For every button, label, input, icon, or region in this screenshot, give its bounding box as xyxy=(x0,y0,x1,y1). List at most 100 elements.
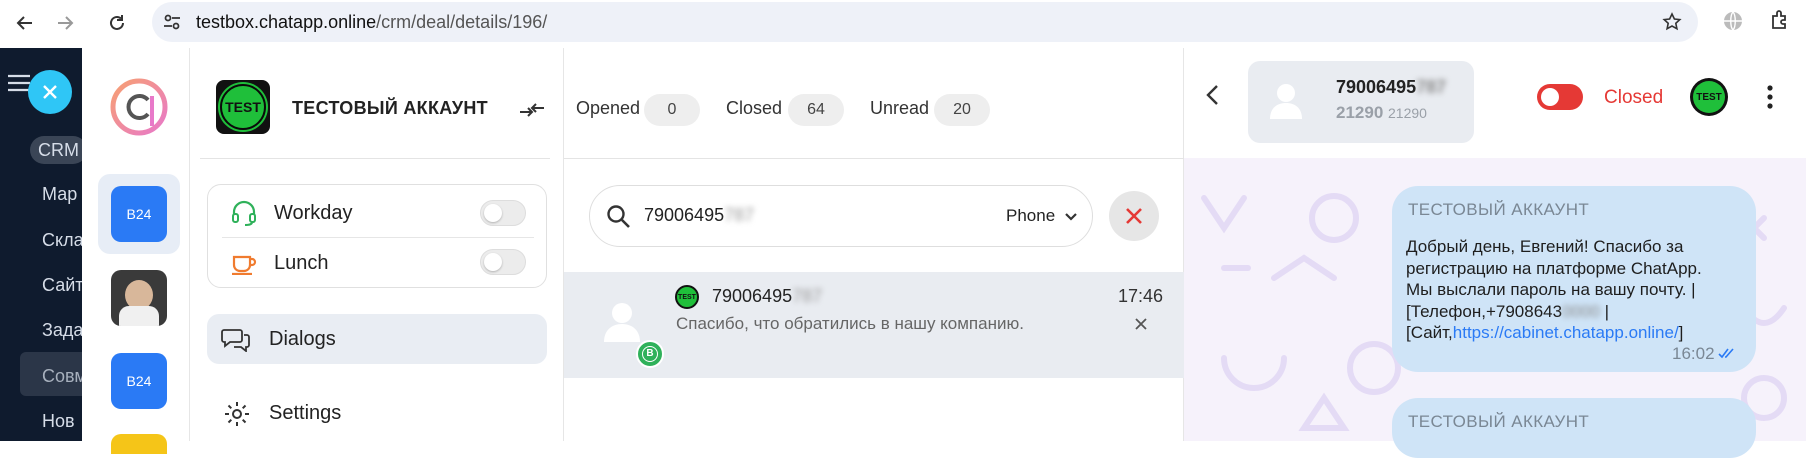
message-link[interactable]: https://cabinet.chatapp.online/ xyxy=(1453,323,1679,342)
yellow-app-button[interactable] xyxy=(111,434,167,454)
account-logo-badge: TEST xyxy=(220,84,266,130)
crm-sidebar-item[interactable]: Нов xyxy=(42,411,75,432)
contact-card[interactable]: 79006495787 21290 21290 xyxy=(1248,61,1474,143)
back-button[interactable] xyxy=(10,8,40,38)
workday-toggle[interactable] xyxy=(480,200,526,226)
divider xyxy=(200,158,550,159)
extensions-puzzle-icon[interactable] xyxy=(1768,8,1792,32)
crm-badge[interactable]: CRM xyxy=(30,136,87,164)
status-toggle[interactable] xyxy=(1537,84,1583,110)
message-sender: ТЕСТОВЫЙ АККАУНТ xyxy=(1408,200,1590,219)
switch-account-icon[interactable] xyxy=(518,98,546,122)
account-name: ТЕСТОВЫЙ АККАУНТ xyxy=(292,98,488,118)
message-line: Мы выслали пароль на вашу почту. | xyxy=(1406,280,1696,299)
crm-sidebar-item[interactable]: Зада xyxy=(42,320,83,341)
b24-app-button-2[interactable]: B24 xyxy=(111,353,167,409)
search-value: 79006495 xyxy=(644,205,725,225)
message-line: Добрый день, Евгений! Спасибо за xyxy=(1406,237,1684,256)
contact-phone-visible: 79006495 xyxy=(1336,77,1417,97)
dialogs-column: Opened 0 Closed 64 Unread 20 79006495787… xyxy=(564,48,1184,441)
divider xyxy=(222,237,534,238)
message-bubble[interactable]: ТЕСТОВЫЙ АККАУНТ Добрый день, Евгений! С… xyxy=(1392,186,1756,372)
double-check-icon xyxy=(1718,348,1734,359)
message-phone-suffix: | xyxy=(1599,301,1610,321)
bookmark-star-icon[interactable] xyxy=(1662,12,1682,32)
address-bar[interactable]: testbox.chatapp.online/crm/deal/details/… xyxy=(152,2,1698,42)
more-vertical-icon[interactable] xyxy=(1766,84,1774,110)
account-mini-badge: TEST xyxy=(675,285,699,309)
message-site-prefix: [Сайт, xyxy=(1406,323,1453,342)
chat-bubbles-icon xyxy=(221,329,250,352)
search-value-hidden: 787 xyxy=(724,205,755,225)
filter-opened-count[interactable]: 0 xyxy=(644,94,700,126)
b24-app-label: B24 xyxy=(126,373,152,389)
filter-unread-count[interactable]: 20 xyxy=(934,94,990,126)
filter-closed-count[interactable]: 64 xyxy=(788,94,844,126)
reload-button[interactable] xyxy=(102,8,132,38)
filter-unread-label[interactable]: Unread xyxy=(870,98,929,119)
photo-app-button[interactable] xyxy=(111,270,167,326)
lunch-label: Lunch xyxy=(274,252,329,274)
crm-sidebar-item[interactable]: Сайт xyxy=(42,275,84,296)
coffee-cup-icon xyxy=(232,255,257,275)
whatsapp-business-icon: B xyxy=(636,340,664,368)
chatapp-logo-icon[interactable] xyxy=(110,78,168,136)
arrow-right-icon xyxy=(58,16,74,30)
close-icon[interactable] xyxy=(1135,318,1147,330)
photo-shirt xyxy=(119,306,159,326)
dialog-title-phone: 79006495 xyxy=(712,286,793,306)
chevron-left-icon[interactable] xyxy=(1204,84,1222,106)
dialog-time: 17:46 xyxy=(1118,286,1164,306)
status-toggle-knob xyxy=(1541,88,1559,106)
message-phone-prefix: [Телефон,+7908643 xyxy=(1406,301,1563,321)
filter-opened-label[interactable]: Opened xyxy=(576,98,640,119)
message-line: регистрацию на платформе ChatApp. xyxy=(1406,258,1702,278)
crm-sidebar-item[interactable]: Совм xyxy=(42,366,87,387)
manager-avatar[interactable]: TEST xyxy=(1690,78,1728,116)
arrow-left-icon xyxy=(16,16,32,30)
url-text: testbox.chatapp.online/crm/deal/details/… xyxy=(196,12,547,33)
deal-id: 21290 21290 xyxy=(1336,103,1427,123)
dialog-title-hidden: 787 xyxy=(792,286,823,306)
close-slider-button[interactable] xyxy=(28,70,72,114)
menu-item-settings-label: Settings xyxy=(269,402,342,424)
crm-sidebar-item[interactable]: Мар xyxy=(42,184,77,205)
search-type-select[interactable]: Phone xyxy=(1006,206,1055,226)
message-site-suffix: ] xyxy=(1678,323,1684,342)
manager-avatar-text: TEST xyxy=(1693,81,1725,113)
menu-item-settings[interactable]: Settings xyxy=(207,388,547,438)
clear-search-button[interactable] xyxy=(1109,191,1159,241)
divider xyxy=(564,158,1184,159)
search-input[interactable]: 79006495787 xyxy=(644,205,754,226)
status-label: Closed xyxy=(1604,87,1664,108)
contact-phone: 79006495787 xyxy=(1336,77,1446,98)
menu-item-dialogs[interactable]: Dialogs xyxy=(207,314,547,364)
message-line: [Телефон,+79086430000 | xyxy=(1406,301,1702,323)
gear-icon xyxy=(225,402,249,426)
translate-globe-icon[interactable] xyxy=(1722,10,1744,32)
crm-sidebar-item[interactable]: Скла xyxy=(42,230,84,251)
forward-button[interactable] xyxy=(50,8,80,38)
message-text: Добрый день, Евгений! Спасибо за регистр… xyxy=(1406,236,1702,344)
hamburger-menu-icon[interactable] xyxy=(8,74,30,92)
close-icon xyxy=(43,85,57,99)
lunch-toggle[interactable] xyxy=(480,249,526,275)
headset-icon xyxy=(232,200,256,226)
search-field[interactable]: 79006495787 Phone xyxy=(589,185,1093,247)
browser-toolbar: testbox.chatapp.online/crm/deal/details/… xyxy=(0,0,1806,48)
deal-id-main: 21290 xyxy=(1336,103,1384,122)
search-icon xyxy=(607,205,630,228)
deal-id-small: 21290 xyxy=(1388,105,1427,121)
whatsapp-b-glyph: B xyxy=(642,346,658,362)
b24-app-label: B24 xyxy=(126,206,152,222)
url-host: testbox.chatapp.online xyxy=(196,12,377,32)
message-bubble[interactable]: ТЕСТОВЫЙ АККАУНТ xyxy=(1392,398,1756,458)
site-settings-icon[interactable] xyxy=(162,12,182,32)
contact-phone-hidden: 787 xyxy=(1416,77,1447,97)
dialog-list-item[interactable]: B TEST 79006495787 17:46 Спасибо, что об… xyxy=(564,272,1184,378)
b24-app-button[interactable]: B24 xyxy=(111,186,167,242)
account-column: TEST ТЕСТОВЫЙ АККАУНТ Workday Lunch Dial… xyxy=(190,48,564,441)
filter-closed-label[interactable]: Closed xyxy=(726,98,782,119)
chevron-down-icon[interactable] xyxy=(1064,210,1078,224)
dialog-title: 79006495787 xyxy=(712,286,822,307)
